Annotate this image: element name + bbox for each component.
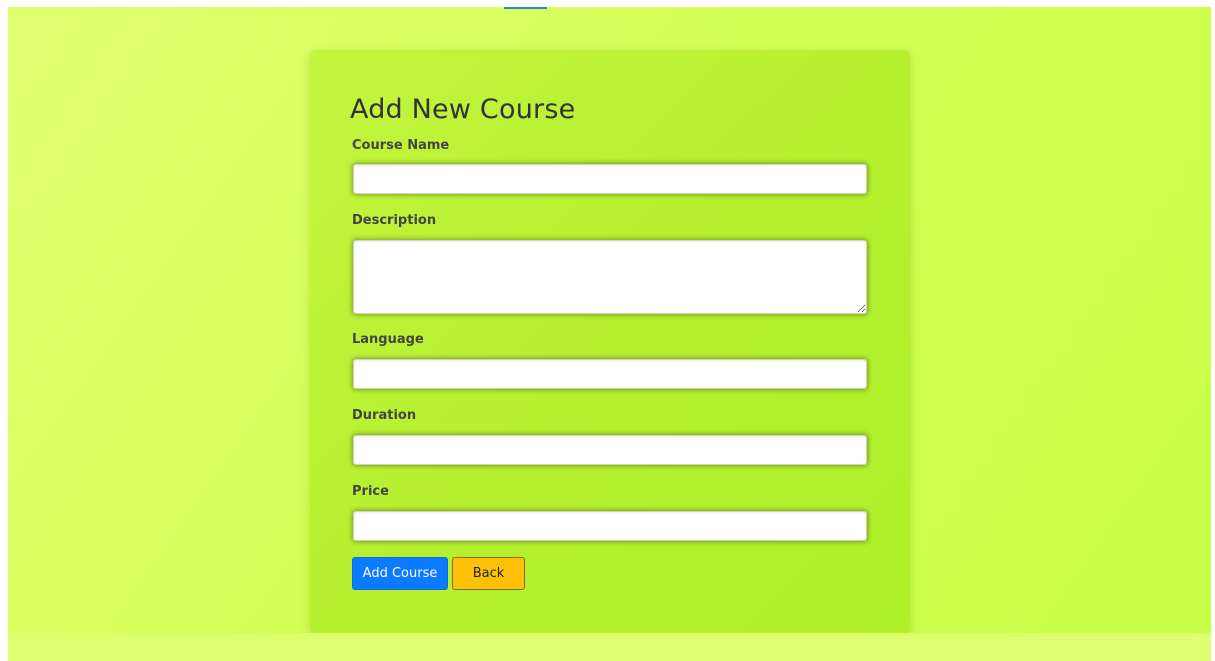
language-input[interactable]	[353, 359, 867, 389]
form-title: Add New Course	[350, 94, 576, 125]
language-label: Language	[352, 332, 424, 347]
add-course-button[interactable]: Add Course	[352, 557, 448, 590]
description-textarea[interactable]	[353, 240, 867, 314]
back-button[interactable]: Back	[452, 557, 525, 590]
course-name-input[interactable]	[353, 164, 867, 194]
description-label: Description	[352, 213, 437, 228]
duration-label: Duration	[352, 408, 417, 423]
add-course-form-card: Add New Course Course Name Description L…	[310, 50, 910, 634]
top-accent-bar	[504, 7, 547, 9]
duration-input[interactable]	[353, 435, 867, 465]
price-input[interactable]	[353, 511, 867, 541]
page-background: Add New Course Course Name Description L…	[8, 7, 1211, 661]
footer-band	[8, 633, 1211, 661]
price-label: Price	[352, 484, 389, 499]
course-name-label: Course Name	[352, 138, 450, 153]
